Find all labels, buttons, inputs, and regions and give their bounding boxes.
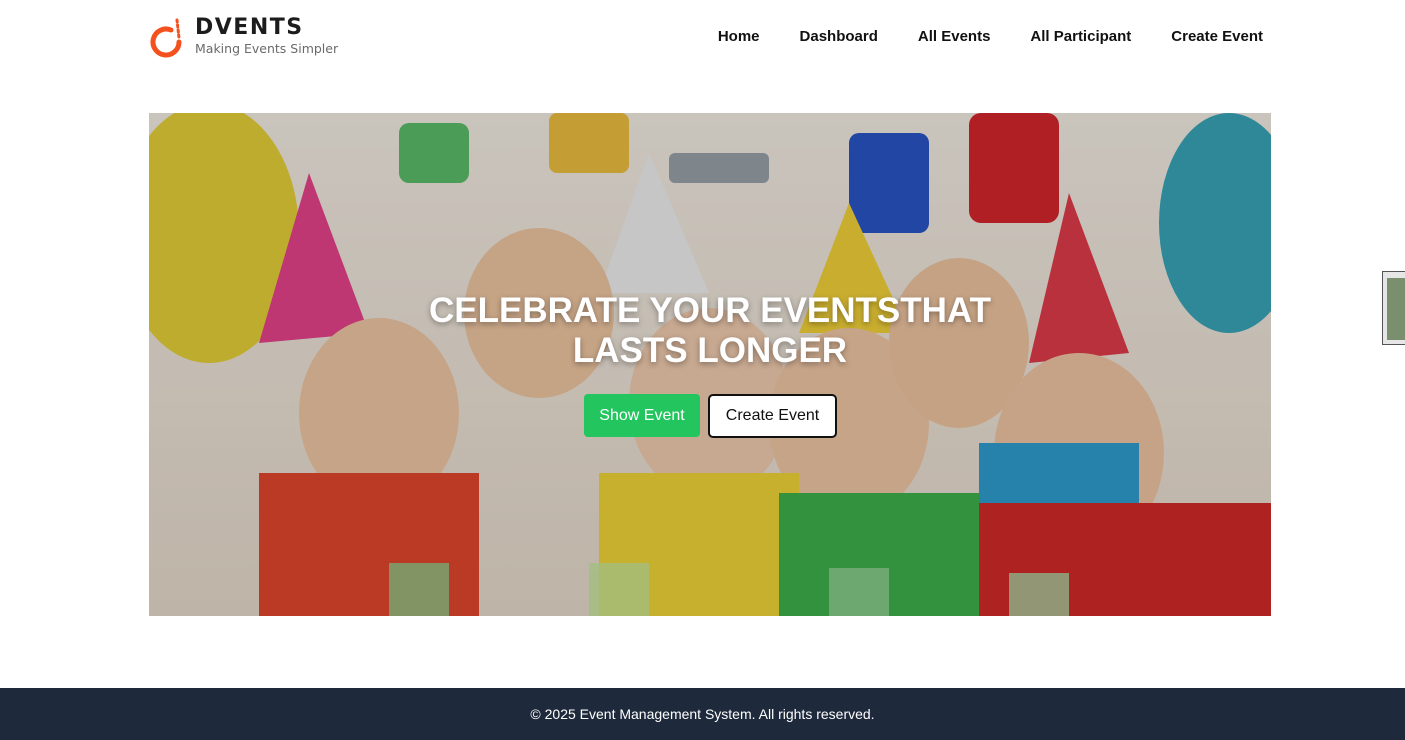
side-widget-tab[interactable] bbox=[1382, 271, 1405, 345]
hero-title: CELEBRATE YOUR EVENTSTHAT LASTS LONGER bbox=[429, 291, 991, 370]
create-event-button[interactable]: Create Event bbox=[708, 394, 837, 438]
hero-content: CELEBRATE YOUR EVENTSTHAT LASTS LONGER S… bbox=[149, 113, 1271, 616]
brand-logo[interactable]: DVENTS Making Events Simpler bbox=[149, 16, 339, 60]
nav-dashboard[interactable]: Dashboard bbox=[800, 27, 878, 47]
brand-tagline: Making Events Simpler bbox=[195, 41, 339, 56]
nav-create-event[interactable]: Create Event bbox=[1171, 27, 1263, 47]
nav-all-participant[interactable]: All Participant bbox=[1030, 27, 1131, 47]
footer-copyright: © 2025 Event Management System. All righ… bbox=[530, 706, 875, 722]
hero-banner: CELEBRATE YOUR EVENTSTHAT LASTS LONGER S… bbox=[149, 113, 1271, 616]
side-widget-icon bbox=[1387, 278, 1405, 340]
site-footer: © 2025 Event Management System. All righ… bbox=[0, 688, 1405, 740]
logo-icon bbox=[150, 18, 182, 58]
nav-all-events[interactable]: All Events bbox=[918, 27, 991, 47]
site-header: DVENTS Making Events Simpler Home Dashbo… bbox=[0, 0, 1405, 72]
nav-home[interactable]: Home bbox=[718, 27, 760, 47]
brand-name: DVENTS bbox=[195, 15, 304, 40]
show-event-button[interactable]: Show Event bbox=[584, 394, 700, 437]
main-nav: Home Dashboard All Events All Participan… bbox=[718, 27, 1263, 47]
